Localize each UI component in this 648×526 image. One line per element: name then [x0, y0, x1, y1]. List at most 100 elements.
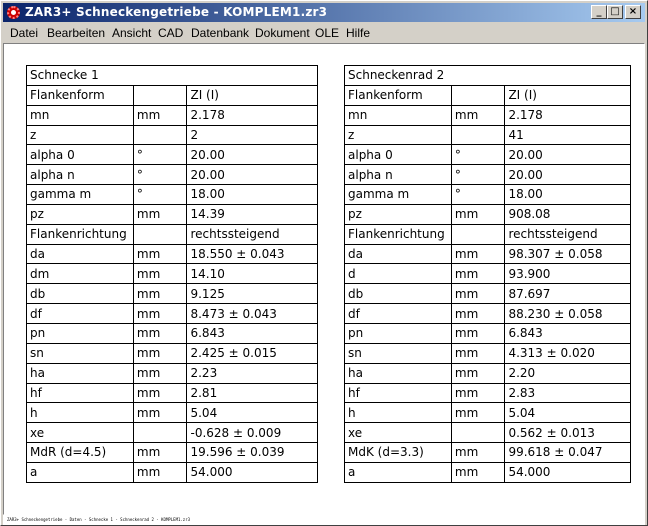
param-unit-cell: mm — [132, 243, 188, 265]
param-name-cell: alpha n — [26, 164, 134, 186]
param-unit-cell: mm — [132, 203, 188, 225]
param-unit-cell: mm — [450, 461, 506, 483]
menu-ansicht[interactable]: Ansicht — [112, 26, 151, 40]
param-value-cell: 2.425 ± 0.015 — [186, 342, 318, 364]
param-unit-cell: mm — [132, 342, 188, 364]
minimize-button[interactable]: _ — [591, 5, 607, 19]
param-unit-cell: mm — [450, 303, 506, 324]
menu-datei[interactable]: Datei — [10, 26, 38, 40]
param-name-cell: alpha 0 — [26, 144, 134, 166]
menu-hilfe[interactable]: Hilfe — [346, 26, 370, 40]
title-bar[interactable]: ZAR3+ Schneckengetriebe - KOMPLEM1.zr3 _… — [3, 3, 645, 22]
param-name-cell: h — [344, 402, 452, 424]
param-value-cell: 41 — [504, 124, 631, 146]
param-unit-cell: mm — [450, 263, 506, 285]
param-value-cell: 20.00 — [186, 144, 318, 166]
param-unit-cell: mm — [132, 402, 188, 424]
param-value-cell: 18.00 — [186, 184, 318, 205]
table-row: df mm 8.473 ± 0.043 — [26, 303, 318, 324]
table-row: Flankenrichtung rechtssteigend — [344, 223, 631, 245]
param-unit-cell: mm — [450, 283, 506, 305]
param-name-cell: a — [26, 461, 134, 483]
param-name-cell: pz — [26, 203, 134, 225]
maximize-button[interactable]: □ — [607, 5, 623, 19]
table-row: dm mm 14.10 — [26, 263, 318, 285]
param-name-cell: alpha 0 — [344, 144, 452, 166]
param-name-cell: da — [344, 243, 452, 265]
param-unit-cell — [132, 124, 188, 146]
param-name-cell: MdR (d=4.5) — [26, 442, 134, 463]
table-row: mn mm 2.178 — [344, 104, 631, 126]
gear-icon[interactable] — [6, 5, 22, 20]
table-row: a mm 54.000 — [26, 461, 318, 483]
param-unit-cell: mm — [132, 382, 188, 404]
param-name-cell: db — [344, 283, 452, 305]
menu-dokument[interactable]: Dokument — [255, 26, 310, 40]
param-value-cell: 88.230 ± 0.058 — [504, 303, 631, 324]
param-value-cell: 908.08 — [504, 203, 631, 225]
table-header-row: Schnecke 1 — [26, 65, 318, 86]
table-row: xe 0.562 ± 0.013 — [344, 422, 631, 444]
param-name-cell: mn — [26, 104, 134, 126]
table-row: h mm 5.04 — [26, 402, 318, 424]
param-name-cell: alpha n — [344, 164, 452, 186]
table-row: xe -0.628 ± 0.009 — [26, 422, 318, 444]
app-window: ZAR3+ Schneckengetriebe - KOMPLEM1.zr3 _… — [0, 0, 648, 526]
table-row: ha mm 2.23 — [26, 362, 318, 384]
param-name-cell: MdK (d=3.3) — [344, 442, 452, 463]
param-name-cell: gamma m — [344, 184, 452, 205]
status-text: ZAR3+ Schneckengetriebe - Daten - Schnec… — [7, 517, 191, 522]
table-row: MdR (d=4.5) mm 19.596 ± 0.039 — [26, 442, 318, 463]
menu-ole[interactable]: OLE — [315, 26, 339, 40]
param-unit-cell: mm — [450, 203, 506, 225]
param-unit-cell: ° — [450, 164, 506, 186]
table-row: db mm 9.125 — [26, 283, 318, 305]
param-value-cell: 20.00 — [186, 164, 318, 186]
table-row: mn mm 2.178 — [26, 104, 318, 126]
param-name-cell: gamma m — [26, 184, 134, 205]
param-unit-cell — [450, 84, 506, 106]
param-unit-cell: mm — [132, 263, 188, 285]
table-row: sn mm 2.425 ± 0.015 — [26, 342, 318, 364]
param-value-cell: 19.596 ± 0.039 — [186, 442, 318, 463]
table-row: a mm 54.000 — [344, 461, 631, 483]
table-row: alpha n ° 20.00 — [344, 164, 631, 186]
table-row: d mm 93.900 — [344, 263, 631, 285]
param-name-cell: df — [344, 303, 452, 324]
param-name-cell: dm — [26, 263, 134, 285]
param-name-cell: da — [26, 243, 134, 265]
table-row: Flankenform ZI (I) — [344, 84, 631, 106]
param-value-cell: ZI (I) — [504, 84, 631, 106]
param-value-cell: 98.307 ± 0.058 — [504, 243, 631, 265]
table-row: alpha n ° 20.00 — [26, 164, 318, 186]
param-value-cell: 2.20 — [504, 362, 631, 384]
param-value-cell: 20.00 — [504, 164, 631, 186]
param-name-cell: z — [344, 124, 452, 146]
param-name-cell: z — [26, 124, 134, 146]
param-name-cell: df — [26, 303, 134, 324]
param-unit-cell — [132, 84, 188, 106]
param-name-cell: hf — [344, 382, 452, 404]
param-value-cell: ZI (I) — [186, 84, 318, 106]
menu-datenbank[interactable]: Datenbank — [191, 26, 249, 40]
table-row: da mm 98.307 ± 0.058 — [344, 243, 631, 265]
close-button[interactable]: × — [625, 5, 641, 19]
param-unit-cell: ° — [132, 184, 188, 205]
param-value-cell: 93.900 — [504, 263, 631, 285]
param-name-cell: db — [26, 283, 134, 305]
table-row: z2 — [26, 124, 318, 146]
table-row: pn mm 6.843 — [344, 322, 631, 344]
param-name-cell: ha — [26, 362, 134, 384]
menu-bearbeiten[interactable]: Bearbeiten — [47, 26, 105, 40]
window-title: ZAR3+ Schneckengetriebe - KOMPLEM1.zr3 — [25, 5, 328, 19]
param-unit-cell: mm — [450, 243, 506, 265]
param-unit-cell: ° — [132, 164, 188, 186]
param-value-cell: 87.697 — [504, 283, 631, 305]
param-name-cell: Flankenrichtung — [344, 223, 452, 245]
param-unit-cell: mm — [132, 362, 188, 384]
param-value-cell: 2.178 — [504, 104, 631, 126]
param-value-cell: 4.313 ± 0.020 — [504, 342, 631, 364]
param-name-cell: sn — [344, 342, 452, 364]
table-title: Schneckenrad 2 — [344, 65, 631, 86]
menu-cad[interactable]: CAD — [158, 26, 183, 40]
